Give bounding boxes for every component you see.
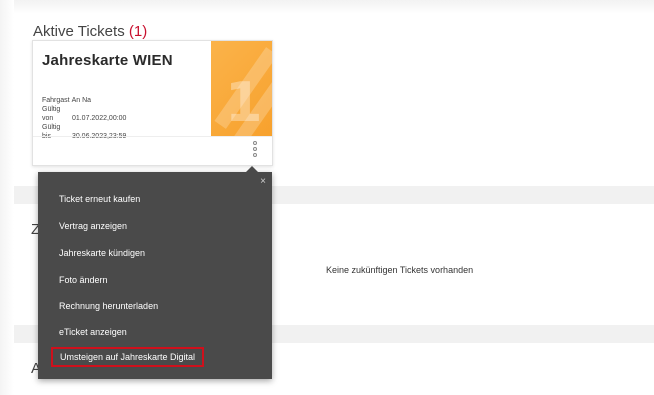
active-tickets-title: Aktive Tickets — [33, 23, 125, 40]
ticket-valid-to-label: Gültig bis — [42, 124, 61, 140]
menu-item-show-eticket[interactable]: eTicket anzeigen — [59, 327, 127, 337]
ticket-passenger-value: An Na — [71, 97, 92, 104]
active-tickets-count: (1) — [128, 23, 148, 40]
menu-item-switch-to-digital[interactable]: Umsteigen auf Jahreskarte Digital — [51, 347, 205, 367]
close-icon[interactable]: × — [260, 177, 266, 187]
more-options-icon[interactable] — [252, 141, 258, 163]
ticket-name: Jahreskarte WIEN — [42, 52, 173, 69]
menu-item-cancel-annual-pass[interactable]: Jahreskarte kündigen — [59, 248, 145, 258]
active-tickets-heading: Aktive Tickets (1) — [33, 23, 147, 40]
ticket-valid-from-label: Gültig von — [42, 106, 61, 122]
menu-arrow — [246, 166, 258, 172]
ticket-valid-from-value: 01.07.2022,00:00 — [71, 115, 127, 122]
ticket-image: 1 — [211, 41, 272, 136]
left-shadow — [0, 0, 14, 395]
ticket-card[interactable]: Jahreskarte WIEN Fahrgast An Na Gültig v… — [32, 40, 273, 166]
page: Aktive Tickets (1) Jahreskarte WIEN Fahr… — [0, 0, 654, 395]
ticket-passenger-label: Fahrgast — [42, 97, 70, 104]
card-divider — [33, 136, 272, 137]
menu-item-buy-again[interactable]: Ticket erneut kaufen — [59, 194, 140, 204]
ticket-passenger-row: Fahrgast An Na — [42, 96, 126, 105]
ticket-options-menu: × Ticket erneut kaufen Vertrag anzeigen … — [38, 166, 272, 379]
ticket-valid-from-row: Gültig von 01.07.2022,00:00 — [42, 105, 126, 123]
menu-item-download-invoice[interactable]: Rechnung herunterladen — [59, 301, 158, 311]
menu-item-change-photo[interactable]: Foto ändern — [59, 275, 108, 285]
ticket-valid-to-row: Gültig bis 30.06.2023,23:59 — [42, 123, 126, 141]
ticket-details: Fahrgast An Na Gültig von 01.07.2022,00:… — [42, 96, 126, 141]
no-future-tickets-message: Keine zukünftigen Tickets vorhanden — [326, 265, 474, 275]
menu-item-show-contract[interactable]: Vertrag anzeigen — [59, 221, 127, 231]
top-shadow — [0, 0, 654, 14]
ticket-image-digit: 1 — [225, 71, 263, 134]
